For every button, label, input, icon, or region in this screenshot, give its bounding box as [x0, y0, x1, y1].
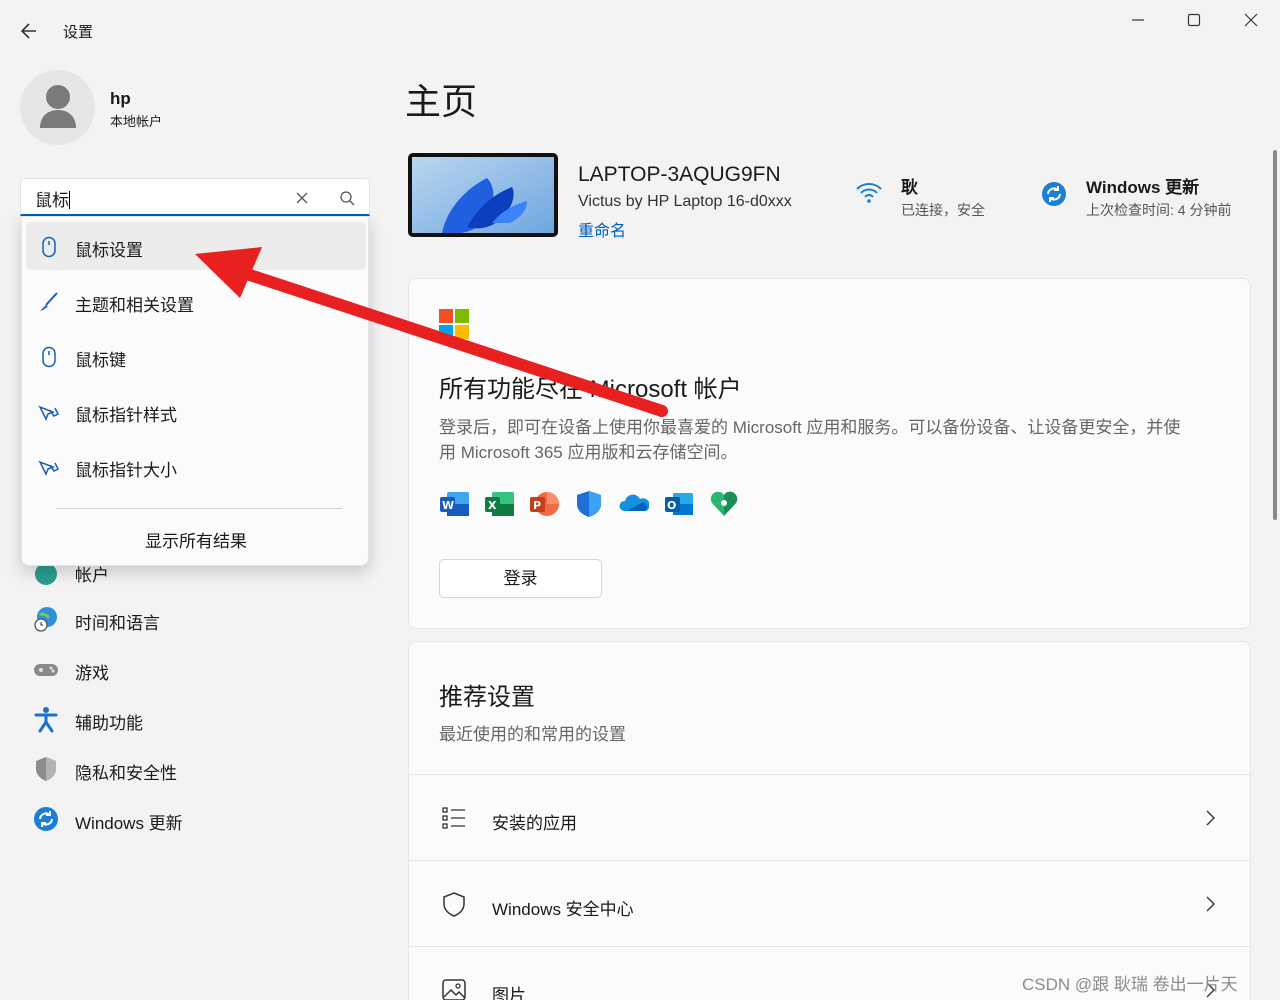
- sign-in-button[interactable]: 登录: [439, 559, 602, 598]
- suggestion-pointer-size[interactable]: 鼠标指针大小: [26, 442, 366, 490]
- minimize-button[interactable]: [1118, 8, 1158, 32]
- shield-outline-icon: [441, 891, 467, 917]
- chevron-right-icon: [1204, 895, 1216, 913]
- update-icon: [32, 805, 60, 833]
- recommended-item-label: Windows 安全中心: [492, 900, 634, 919]
- sidebar-item-label: 游戏: [75, 664, 109, 683]
- scrollbar[interactable]: [1273, 150, 1277, 520]
- sidebar-item-gaming[interactable]: 游戏: [30, 649, 370, 689]
- update-title[interactable]: Windows 更新: [1086, 173, 1199, 198]
- pointer-icon: [38, 456, 60, 478]
- brush-icon: [38, 291, 60, 313]
- card-description-line2: 用 Microsoft 365 应用版和云存储空间。: [439, 443, 738, 462]
- pointer-icon: [38, 401, 60, 423]
- card-description-line1: 登录后，即可在设备上使用你最喜爱的 Microsoft 应用和服务。可以备份设备…: [439, 418, 1181, 437]
- svg-text:P: P: [533, 499, 541, 512]
- show-all-results-link[interactable]: 显示所有结果: [22, 527, 370, 552]
- back-button[interactable]: [18, 20, 42, 42]
- network-status: 已连接，安全: [901, 202, 985, 218]
- user-profile[interactable]: hp 本地帐户: [20, 70, 370, 146]
- suggestion-label: 鼠标键: [75, 351, 126, 370]
- sidebar-item-time-language[interactable]: 时间和语言: [30, 599, 370, 639]
- device-model: Victus by HP Laptop 16-d0xxx: [578, 193, 792, 210]
- svg-text:W: W: [442, 499, 454, 512]
- update-status: 上次检查时间: 4 分钟前: [1086, 202, 1232, 218]
- shield-icon: [32, 755, 60, 783]
- gamepad-icon: [32, 655, 60, 683]
- recommended-item-label: 图片: [492, 986, 526, 1000]
- suggestion-mouse-settings[interactable]: 鼠标设置: [26, 222, 366, 270]
- outlook-icon: O: [664, 489, 694, 519]
- search-value: 鼠标: [35, 191, 70, 210]
- chevron-right-icon: [1204, 809, 1216, 827]
- suggestion-label: 鼠标指针样式: [75, 406, 177, 425]
- card-heading: 所有功能尽在 Microsoft 帐户: [439, 376, 742, 403]
- device-thumbnail: [408, 153, 558, 237]
- sidebar-item-windows-update[interactable]: Windows 更新: [30, 799, 370, 839]
- time-language-icon: [32, 605, 60, 633]
- profile-account-type: 本地帐户: [110, 114, 163, 129]
- apps-list-icon: [441, 805, 467, 831]
- mouse-icon: [38, 346, 60, 368]
- suggestion-label: 主题和相关设置: [75, 296, 194, 315]
- picture-icon: [441, 977, 467, 1000]
- powerpoint-icon: P: [529, 489, 559, 519]
- svg-text:X: X: [488, 499, 497, 512]
- suggestion-label: 鼠标指针大小: [75, 461, 177, 480]
- sidebar-item-label: Windows 更新: [75, 814, 183, 833]
- microsoft-logo-icon: [439, 309, 469, 339]
- title-bar: 设置: [0, 0, 1280, 60]
- search-icon[interactable]: [338, 189, 356, 207]
- device-name: LAPTOP-3AQUG9FN: [578, 163, 781, 186]
- recommended-item-windows-security[interactable]: Windows 安全中心: [409, 860, 1250, 946]
- watermark: CSDN @跟 耿瑞 卷出一片天: [1022, 975, 1238, 994]
- excel-icon: X: [484, 489, 514, 519]
- suggestion-label: 鼠标设置: [75, 241, 143, 260]
- profile-name: hp: [110, 89, 131, 108]
- recommended-item-label: 安装的应用: [492, 814, 577, 833]
- network-name[interactable]: 耿: [901, 173, 918, 198]
- defender-icon: [574, 489, 604, 519]
- card-subtitle: 最近使用的和常用的设置: [439, 725, 626, 744]
- sidebar-item-label: 时间和语言: [75, 614, 160, 633]
- update-icon: [1040, 180, 1068, 213]
- suggestion-pointer-style[interactable]: 鼠标指针样式: [26, 387, 366, 435]
- search-input[interactable]: 鼠标: [20, 178, 370, 216]
- page-title: 主页: [405, 81, 478, 122]
- microsoft-account-card: 所有功能尽在 Microsoft 帐户 登录后，即可在设备上使用你最喜爱的 Mi…: [408, 278, 1251, 629]
- app-title: 设置: [63, 24, 94, 41]
- recommended-item-installed-apps[interactable]: 安装的应用: [409, 774, 1250, 860]
- onedrive-icon: [619, 489, 650, 519]
- sidebar-item-accessibility[interactable]: 辅助功能: [30, 699, 370, 739]
- search-suggestions: 鼠标设置 主题和相关设置 鼠标键 鼠标指针样式 鼠标指针大小 显示所有结果: [21, 216, 369, 566]
- maximize-button[interactable]: [1174, 8, 1214, 32]
- family-icon: [709, 489, 739, 519]
- divider: [56, 508, 342, 509]
- svg-text:O: O: [667, 499, 676, 512]
- mouse-icon: [38, 236, 60, 258]
- avatar: [20, 70, 95, 145]
- clear-search-button[interactable]: [293, 189, 311, 207]
- rename-link[interactable]: 重命名: [578, 217, 626, 241]
- wifi-icon: [855, 180, 883, 209]
- suggestion-mouse-buttons[interactable]: 鼠标键: [26, 332, 366, 380]
- recommended-settings-card: 推荐设置 最近使用的和常用的设置 安装的应用 Windows 安全中心 图片: [408, 641, 1251, 1000]
- sidebar-item-label: 隐私和安全性: [75, 764, 177, 783]
- accessibility-icon: [32, 705, 60, 733]
- sidebar-item-label: 辅助功能: [75, 714, 143, 733]
- close-button[interactable]: [1231, 8, 1271, 32]
- sidebar-item-privacy[interactable]: 隐私和安全性: [30, 749, 370, 789]
- card-heading: 推荐设置: [439, 684, 535, 711]
- suggestion-theme-settings[interactable]: 主题和相关设置: [26, 277, 366, 325]
- word-icon: W: [439, 489, 469, 519]
